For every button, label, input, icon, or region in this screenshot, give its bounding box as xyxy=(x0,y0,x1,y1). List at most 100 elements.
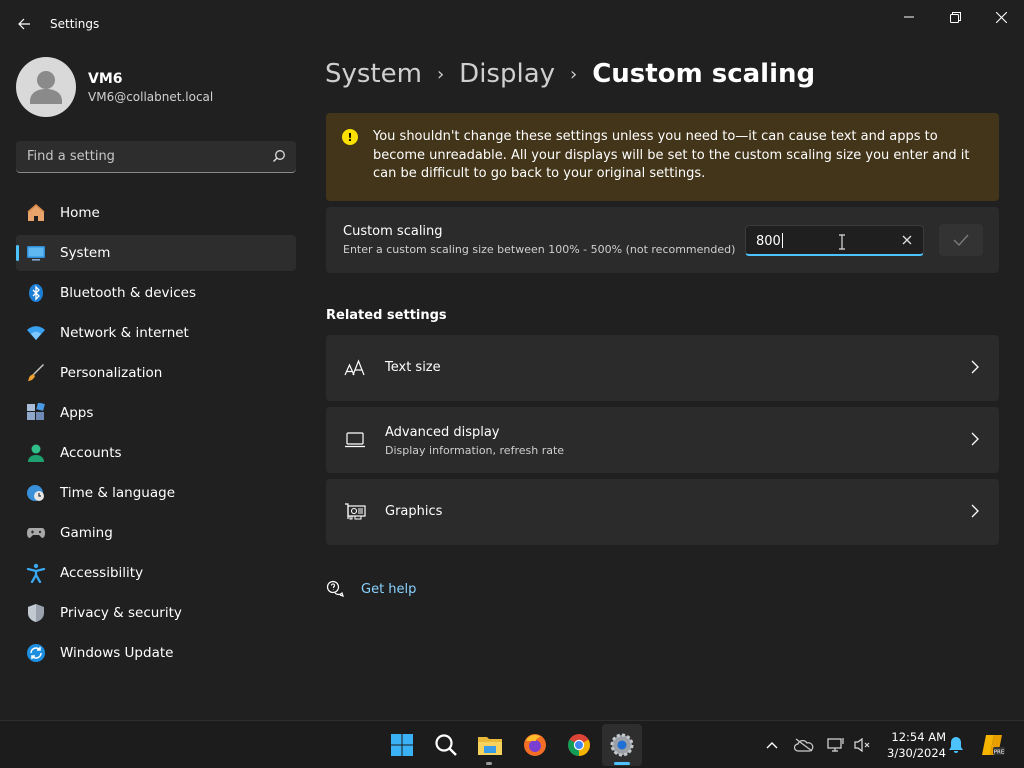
apps-icon xyxy=(26,403,46,423)
network-icon xyxy=(26,323,46,343)
copilot-pre-icon[interactable]: PRE xyxy=(980,732,1006,758)
sidebar-item-windows-update[interactable]: Windows Update xyxy=(16,635,296,671)
active-indicator xyxy=(614,762,630,765)
custom-scaling-card: Custom scaling Enter a custom scaling si… xyxy=(326,207,999,273)
clear-icon[interactable] xyxy=(901,234,913,246)
text-size-icon xyxy=(344,357,366,379)
update-icon xyxy=(26,643,46,663)
sidebar-item-label: Apps xyxy=(60,405,94,421)
monitor-icon xyxy=(344,429,366,451)
breadcrumb: System › Display › Custom scaling xyxy=(325,59,815,89)
bluetooth-icon xyxy=(26,283,46,303)
accessibility-icon xyxy=(26,563,46,583)
sidebar-item-apps[interactable]: Apps xyxy=(16,395,296,431)
onedrive-icon[interactable] xyxy=(794,735,814,755)
checkmark-icon xyxy=(953,234,969,246)
windows-start-icon[interactable] xyxy=(388,731,416,759)
close-icon xyxy=(995,11,1007,23)
shield-icon xyxy=(26,603,46,623)
svg-text:PRE: PRE xyxy=(994,750,1005,756)
home-icon xyxy=(26,203,46,223)
sidebar-item-gaming[interactable]: Gaming xyxy=(16,515,296,551)
user-icon xyxy=(30,71,62,104)
brush-icon xyxy=(26,363,46,383)
get-help-label: Get help xyxy=(361,581,417,597)
firefox-icon[interactable] xyxy=(521,731,549,759)
sidebar-item-network[interactable]: Network & internet xyxy=(16,315,296,351)
chevron-right-icon xyxy=(971,360,979,374)
sidebar-item-accessibility[interactable]: Accessibility xyxy=(16,555,296,591)
notification-bell-icon[interactable] xyxy=(946,735,966,755)
sidebar-item-label: Accounts xyxy=(60,445,122,461)
search-icon xyxy=(273,150,285,162)
network-tray-icon[interactable] xyxy=(826,735,846,755)
help-chat-icon xyxy=(326,580,344,597)
sidebar-item-bluetooth[interactable]: Bluetooth & devices xyxy=(16,275,296,311)
breadcrumb-system[interactable]: System xyxy=(325,59,422,89)
accounts-icon xyxy=(26,443,46,463)
advanced-display-title: Advanced display xyxy=(385,425,500,440)
clock-date: 3/30/2024 xyxy=(887,746,946,760)
warning-text: You shouldn't change these settings unle… xyxy=(373,129,970,181)
apply-button[interactable] xyxy=(939,224,983,256)
user-profile[interactable]: VM6 VM6@collabnet.local xyxy=(16,57,213,117)
breadcrumb-separator: › xyxy=(436,63,445,85)
search-input[interactable]: Find a setting xyxy=(16,141,296,173)
breadcrumb-display[interactable]: Display xyxy=(459,59,555,89)
sidebar-item-time-language[interactable]: Time & language xyxy=(16,475,296,511)
sidebar-nav: Home System Bluetooth & devices Network … xyxy=(16,195,296,675)
graphics-card-icon xyxy=(344,501,366,523)
file-explorer-icon[interactable] xyxy=(476,731,504,759)
minimize-button[interactable] xyxy=(886,4,932,30)
chevron-up-icon[interactable] xyxy=(762,735,782,755)
custom-scaling-input[interactable]: 800 xyxy=(745,225,924,256)
gamepad-icon xyxy=(26,523,46,543)
settings-icon[interactable] xyxy=(608,731,636,759)
sidebar-item-label: Home xyxy=(60,205,100,221)
profile-email: VM6@collabnet.local xyxy=(88,89,214,104)
get-help-link[interactable]: Get help xyxy=(326,580,416,598)
sidebar-item-label: Bluetooth & devices xyxy=(60,285,197,301)
sidebar-item-label: Windows Update xyxy=(60,645,174,661)
globe-clock-icon xyxy=(26,483,46,503)
sidebar-item-label: Privacy & security xyxy=(60,605,182,621)
breadcrumb-separator: › xyxy=(570,63,578,85)
close-button[interactable] xyxy=(978,4,1024,30)
sidebar-item-label: Time & language xyxy=(60,485,176,501)
text-caret xyxy=(781,233,783,248)
sidebar-item-home[interactable]: Home xyxy=(16,195,296,231)
avatar xyxy=(16,57,76,117)
text-size-title: Text size xyxy=(385,360,441,375)
taskbar: 12:54 AM 3/30/2024 PRE xyxy=(0,720,1024,768)
chrome-icon[interactable] xyxy=(565,731,593,759)
sidebar-item-accounts[interactable]: Accounts xyxy=(16,435,296,471)
graphics-title: Graphics xyxy=(385,504,443,519)
app-title: Settings xyxy=(50,17,100,31)
custom-scaling-value: 800 xyxy=(756,234,781,249)
custom-scaling-description: Enter a custom scaling size between 100%… xyxy=(343,243,736,256)
sidebar-item-label: Personalization xyxy=(60,365,163,381)
text-size-link[interactable]: Text size xyxy=(326,335,999,401)
warning-banner: ! You shouldn't change these settings un… xyxy=(326,113,999,201)
custom-scaling-title: Custom scaling xyxy=(343,224,443,239)
volume-muted-icon[interactable] xyxy=(852,735,872,755)
system-clock[interactable]: 12:54 AM 3/30/2024 xyxy=(880,729,946,761)
advanced-display-description: Display information, refresh rate xyxy=(385,444,565,457)
advanced-display-link[interactable]: Advanced display Display information, re… xyxy=(326,407,999,473)
sidebar-item-label: Accessibility xyxy=(60,565,144,581)
taskbar-search-icon[interactable] xyxy=(432,731,460,759)
chevron-right-icon xyxy=(971,432,979,446)
text-cursor-icon xyxy=(839,234,845,250)
sidebar-item-personalization[interactable]: Personalization xyxy=(16,355,296,391)
title-bar: Settings xyxy=(0,0,1024,48)
back-arrow-icon xyxy=(18,18,30,30)
clock-time: 12:54 AM xyxy=(891,730,946,744)
sidebar-item-system[interactable]: System xyxy=(16,235,296,271)
sidebar-item-label: Network & internet xyxy=(60,325,189,341)
restore-button[interactable] xyxy=(932,4,978,30)
back-button[interactable] xyxy=(10,10,38,38)
chevron-right-icon xyxy=(971,504,979,518)
sidebar-item-label: System xyxy=(60,245,111,261)
sidebar-item-privacy[interactable]: Privacy & security xyxy=(16,595,296,631)
graphics-link[interactable]: Graphics xyxy=(326,479,999,545)
